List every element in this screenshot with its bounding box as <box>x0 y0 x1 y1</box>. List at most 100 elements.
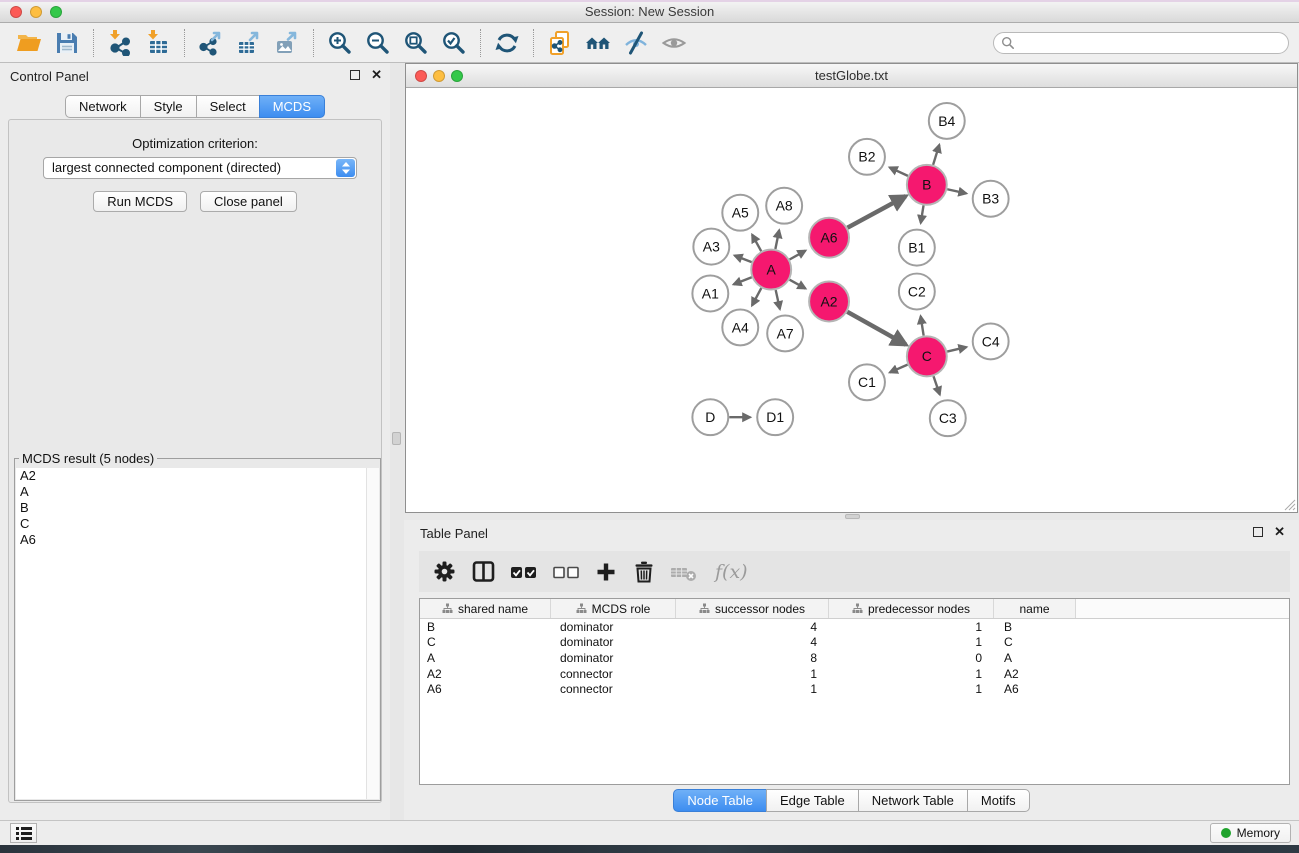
mcds-result-item[interactable]: C <box>16 516 379 532</box>
graph-edge-C-C3[interactable] <box>934 376 940 394</box>
graph-node-A6[interactable]: A6 <box>809 218 849 258</box>
graph-edge-C-C2[interactable] <box>921 316 924 335</box>
resize-grip-icon[interactable] <box>1284 499 1296 511</box>
cell-name[interactable]: B <box>994 620 1076 634</box>
add-column-icon[interactable] <box>593 559 619 585</box>
graph-node-A[interactable]: A <box>751 250 791 290</box>
tab-select[interactable]: Select <box>196 95 260 118</box>
graph-node-A3[interactable]: A3 <box>693 229 729 265</box>
cell-mcds-role[interactable]: connector <box>551 682 676 696</box>
table-row[interactable]: A2 connector 1 1 A2 <box>420 666 1289 682</box>
cell-predecessor-nodes[interactable]: 0 <box>829 651 994 665</box>
graph-node-C4[interactable]: C4 <box>973 323 1009 359</box>
mcds-result-item[interactable]: A2 <box>16 468 379 484</box>
cell-successor-nodes[interactable]: 1 <box>676 682 829 696</box>
cell-shared-name[interactable]: A2 <box>420 667 551 681</box>
import-table-icon[interactable] <box>145 30 171 56</box>
import-network-icon[interactable] <box>107 30 133 56</box>
zoom-fit-icon[interactable] <box>403 30 429 56</box>
unselect-all-icon[interactable] <box>551 559 581 585</box>
graph-edge-B-B4[interactable] <box>933 145 939 165</box>
scrollbar-track[interactable] <box>366 468 379 799</box>
open-session-icon[interactable] <box>16 30 42 56</box>
graph-edge-A6-B[interactable] <box>848 196 906 228</box>
close-panel-icon[interactable]: ✕ <box>1274 527 1285 537</box>
save-session-icon[interactable] <box>54 30 80 56</box>
graph-node-B3[interactable]: B3 <box>973 181 1009 217</box>
graph-edge-A2-C[interactable] <box>847 312 906 345</box>
cell-name[interactable]: C <box>994 635 1076 649</box>
graph-edge-B-B3[interactable] <box>947 189 966 193</box>
delete-icon[interactable] <box>631 559 657 585</box>
clone-network-icon[interactable] <box>547 30 573 56</box>
graph-node-A7[interactable]: A7 <box>767 315 803 351</box>
graph-edge-C-C4[interactable] <box>947 347 966 351</box>
graph-node-A5[interactable]: A5 <box>722 195 758 231</box>
graph-canvas[interactable]: B4B2BB3B1A5A8A6A3AA1A2C2A4A7C4CC1C3DD1 <box>406 89 1297 512</box>
horizontal-splitter[interactable] <box>404 513 1299 520</box>
column-header-shared-name[interactable]: shared name <box>420 599 551 618</box>
refresh-layout-icon[interactable] <box>494 30 520 56</box>
cell-mcds-role[interactable]: dominator <box>551 635 676 649</box>
graph-edge-A-A6[interactable] <box>790 251 806 260</box>
tab-node-table[interactable]: Node Table <box>673 789 767 812</box>
tab-motifs[interactable]: Motifs <box>967 789 1030 812</box>
graph-node-C3[interactable]: C3 <box>930 400 966 436</box>
graph-node-C2[interactable]: C2 <box>899 274 935 310</box>
cell-shared-name[interactable]: B <box>420 620 551 634</box>
splitter-handle[interactable] <box>845 514 860 519</box>
close-panel-button[interactable]: Close panel <box>200 191 297 212</box>
cell-name[interactable]: A2 <box>994 667 1076 681</box>
cell-name[interactable]: A6 <box>994 682 1076 696</box>
cell-predecessor-nodes[interactable]: 1 <box>829 635 994 649</box>
table-row[interactable]: A6 connector 1 1 A6 <box>420 681 1289 697</box>
cell-shared-name[interactable]: A6 <box>420 682 551 696</box>
memory-button[interactable]: Memory <box>1210 823 1291 843</box>
cell-mcds-role[interactable]: connector <box>551 667 676 681</box>
optimization-select[interactable]: largest connected component (directed) <box>43 157 357 179</box>
export-table-icon[interactable] <box>236 30 262 56</box>
mcds-result-item[interactable]: B <box>16 500 379 516</box>
graph-edge-A-A8[interactable] <box>775 230 779 249</box>
graph-edge-B-B2[interactable] <box>890 167 908 175</box>
graph-edge-A-A7[interactable] <box>776 290 780 309</box>
minimize-network-button[interactable] <box>433 70 445 82</box>
tab-network[interactable]: Network <box>65 95 141 118</box>
tab-network-table[interactable]: Network Table <box>858 789 968 812</box>
column-header-mcds-role[interactable]: MCDS role <box>551 599 676 618</box>
cell-predecessor-nodes[interactable]: 1 <box>829 620 994 634</box>
export-network-icon[interactable] <box>198 30 224 56</box>
close-network-button[interactable] <box>415 70 427 82</box>
zoom-network-button[interactable] <box>451 70 463 82</box>
column-header-name[interactable]: name <box>994 599 1076 618</box>
task-history-button[interactable] <box>10 823 37 843</box>
run-mcds-button[interactable]: Run MCDS <box>93 191 187 212</box>
cell-shared-name[interactable]: A <box>420 651 551 665</box>
graph-node-D1[interactable]: D1 <box>757 399 793 435</box>
table-row[interactable]: B dominator 4 1 B <box>420 619 1289 635</box>
cell-predecessor-nodes[interactable]: 1 <box>829 667 994 681</box>
column-header-successor-nodes[interactable]: successor nodes <box>676 599 829 618</box>
close-panel-icon[interactable]: ✕ <box>371 70 382 80</box>
vertical-splitter[interactable] <box>390 63 404 820</box>
zoom-in-icon[interactable] <box>327 30 353 56</box>
hometown-icon[interactable] <box>585 30 611 56</box>
cell-successor-nodes[interactable]: 1 <box>676 667 829 681</box>
zoom-out-icon[interactable] <box>365 30 391 56</box>
cell-successor-nodes[interactable]: 8 <box>676 651 829 665</box>
gear-icon[interactable] <box>431 558 458 585</box>
graph-node-B[interactable]: B <box>907 165 947 205</box>
table-row[interactable]: C dominator 4 1 C <box>420 635 1289 651</box>
cell-successor-nodes[interactable]: 4 <box>676 620 829 634</box>
zoom-selected-icon[interactable] <box>441 30 467 56</box>
float-panel-icon[interactable] <box>1253 527 1263 537</box>
graph-node-A8[interactable]: A8 <box>766 188 802 224</box>
zoom-window-button[interactable] <box>50 6 62 18</box>
mcds-result-item[interactable]: A <box>16 484 379 500</box>
graph-node-A2[interactable]: A2 <box>809 282 849 322</box>
graph-edge-A-A3[interactable] <box>735 256 752 263</box>
graph-node-B2[interactable]: B2 <box>849 139 885 175</box>
tab-style[interactable]: Style <box>140 95 197 118</box>
graph-node-A4[interactable]: A4 <box>722 309 758 345</box>
graph-edge-B-B1[interactable] <box>921 205 924 223</box>
